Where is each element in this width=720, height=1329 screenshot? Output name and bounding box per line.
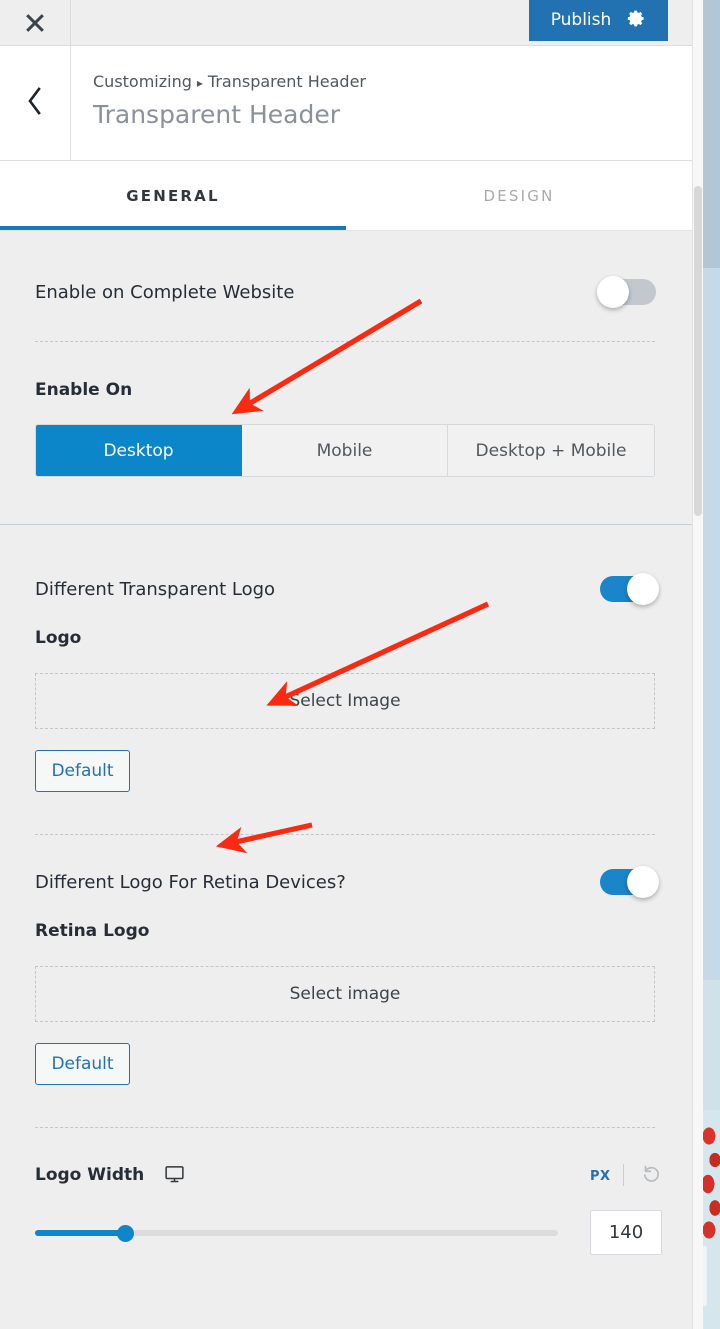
logo-width-slider[interactable] xyxy=(35,1225,558,1242)
logo-width-label: Logo Width xyxy=(35,1165,145,1185)
desktop-monitor-icon[interactable] xyxy=(165,1165,184,1188)
enable-on-option-desktop-mobile-label: Desktop + Mobile xyxy=(475,440,627,461)
retina-logo-image-picker-label: Select image xyxy=(289,984,401,1004)
logo-image-picker[interactable]: Select Image xyxy=(35,673,655,729)
logo-default-button[interactable]: Default xyxy=(35,750,130,792)
site-preview-pane[interactable] xyxy=(703,0,720,1329)
reset-icon[interactable] xyxy=(641,1164,662,1189)
enable-on-option-desktop[interactable]: Desktop xyxy=(36,425,242,476)
panel-scrollbar[interactable] xyxy=(692,0,703,1329)
enable-on-button-group: Desktop Mobile Desktop + Mobile xyxy=(35,424,655,477)
breadcrumb-current: Transparent Header xyxy=(207,72,366,91)
panel-content: Enable on Complete Website Enable On Des… xyxy=(0,231,692,1329)
panel-header-text: Customizing ▸ Transparent Header Transpare… xyxy=(93,72,366,130)
divider-dashed-3 xyxy=(35,1127,655,1128)
retina-logo-default-button-label: Default xyxy=(51,1054,114,1074)
logo-sublabel: Logo xyxy=(35,628,82,648)
tab-design-label: DESIGN xyxy=(483,186,555,205)
chevron-left-icon xyxy=(26,86,44,120)
different-retina-logo-label: Different Logo For Retina Devices? xyxy=(35,872,346,893)
tab-general[interactable]: GENERAL xyxy=(0,161,346,230)
publish-button-label: Publish xyxy=(550,10,612,30)
divider-solid-1 xyxy=(0,524,692,525)
logo-width-input[interactable] xyxy=(590,1210,662,1255)
toggle-knob xyxy=(597,276,629,308)
close-customizer-button[interactable] xyxy=(0,0,71,45)
preview-image-content xyxy=(703,1126,720,1244)
panel-header: Customizing ▸ Transparent Header Transpare… xyxy=(0,46,692,161)
retina-logo-sublabel: Retina Logo xyxy=(35,921,150,941)
preview-scrollbar-thumb[interactable] xyxy=(703,1246,707,1306)
divider-dashed-1 xyxy=(35,341,655,342)
panel-scrollbar-thumb[interactable] xyxy=(694,186,702,516)
enable-complete-website-label: Enable on Complete Website xyxy=(35,282,295,303)
tab-general-label: GENERAL xyxy=(126,186,220,205)
slider-handle[interactable] xyxy=(117,1225,134,1242)
enable-on-option-mobile-label: Mobile xyxy=(316,440,373,461)
gear-icon[interactable] xyxy=(627,9,646,33)
publish-button[interactable]: Publish xyxy=(529,0,668,41)
breadcrumb-separator-icon: ▸ xyxy=(196,76,203,90)
unit-divider xyxy=(623,1164,624,1186)
breadcrumb: Customizing ▸ Transparent Header xyxy=(93,72,366,91)
slider-fill xyxy=(35,1230,125,1236)
toggle-knob xyxy=(627,573,659,605)
back-button[interactable] xyxy=(0,46,71,160)
different-transparent-logo-label: Different Transparent Logo xyxy=(35,579,276,600)
logo-image-picker-label: Select Image xyxy=(289,691,401,711)
panel-tabs: GENERAL DESIGN xyxy=(0,161,692,231)
customizer-topbar: Publish xyxy=(0,0,692,46)
enable-complete-website-toggle[interactable] xyxy=(597,276,656,308)
customizer-screen: Publish Customizing ▸ Transparent Header T… xyxy=(0,0,720,1329)
logo-default-button-label: Default xyxy=(51,761,114,781)
retina-logo-image-picker[interactable]: Select image xyxy=(35,966,655,1022)
different-retina-logo-toggle[interactable] xyxy=(600,866,659,898)
breadcrumb-root[interactable]: Customizing xyxy=(93,72,192,91)
retina-logo-default-button[interactable]: Default xyxy=(35,1043,130,1085)
enable-on-option-desktop-mobile[interactable]: Desktop + Mobile xyxy=(448,425,654,476)
enable-on-option-mobile[interactable]: Mobile xyxy=(242,425,448,476)
toggle-knob xyxy=(627,866,659,898)
unit-px-button[interactable]: PX xyxy=(590,1169,611,1184)
different-transparent-logo-toggle[interactable] xyxy=(600,573,659,605)
tab-design[interactable]: DESIGN xyxy=(346,161,692,230)
enable-on-label: Enable On xyxy=(35,380,133,400)
divider-dashed-2 xyxy=(35,834,655,835)
close-icon xyxy=(24,12,46,34)
enable-on-option-desktop-label: Desktop xyxy=(103,440,174,461)
page-title: Transparent Header xyxy=(93,100,340,130)
